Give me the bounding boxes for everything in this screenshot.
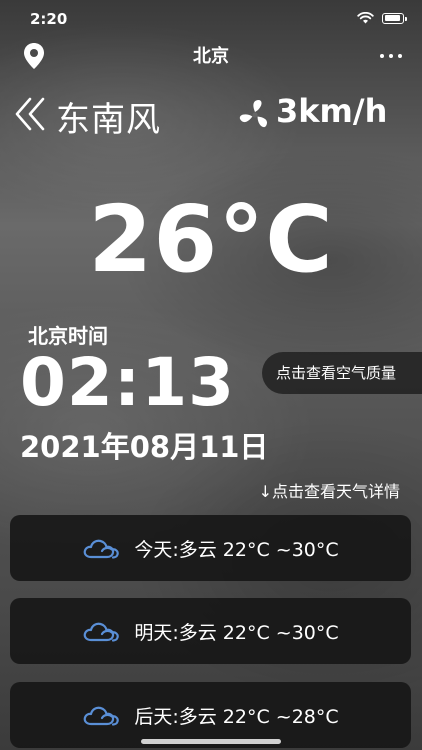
back-chevron-icon[interactable] — [14, 96, 46, 136]
cloud-icon — [84, 622, 120, 642]
current-time: 02:13 — [20, 344, 236, 421]
status-icons — [357, 12, 407, 24]
air-quality-button[interactable]: 点击查看空气质量 — [262, 352, 422, 394]
battery-icon — [382, 12, 407, 24]
wind-direction: 东南风 — [56, 100, 161, 140]
more-options-icon[interactable] — [380, 54, 402, 58]
current-temperature: 26°C — [88, 186, 334, 293]
current-date: 2021年08月11日 — [20, 430, 269, 464]
forecast-label: 明天:多云 22°C ~30°C — [134, 621, 339, 644]
home-indicator[interactable] — [141, 739, 281, 744]
page-title: 北京 — [193, 46, 229, 67]
forecast-label: 后天:多云 22°C ~28°C — [134, 705, 339, 728]
forecast-card-today[interactable]: 今天:多云 22°C ~30°C — [10, 515, 411, 581]
cloud-icon — [84, 706, 120, 726]
forecast-card-tomorrow[interactable]: 明天:多云 22°C ~30°C — [10, 598, 411, 664]
status-time: 2:20 — [30, 10, 68, 28]
wind-speed: 3km/h — [276, 92, 388, 130]
cloud-icon — [84, 539, 120, 559]
weather-detail-link[interactable]: ↓点击查看天气详情 — [259, 478, 400, 502]
wifi-icon — [357, 12, 374, 24]
forecast-label: 今天:多云 22°C ~30°C — [134, 538, 339, 561]
fan-icon — [238, 99, 272, 135]
